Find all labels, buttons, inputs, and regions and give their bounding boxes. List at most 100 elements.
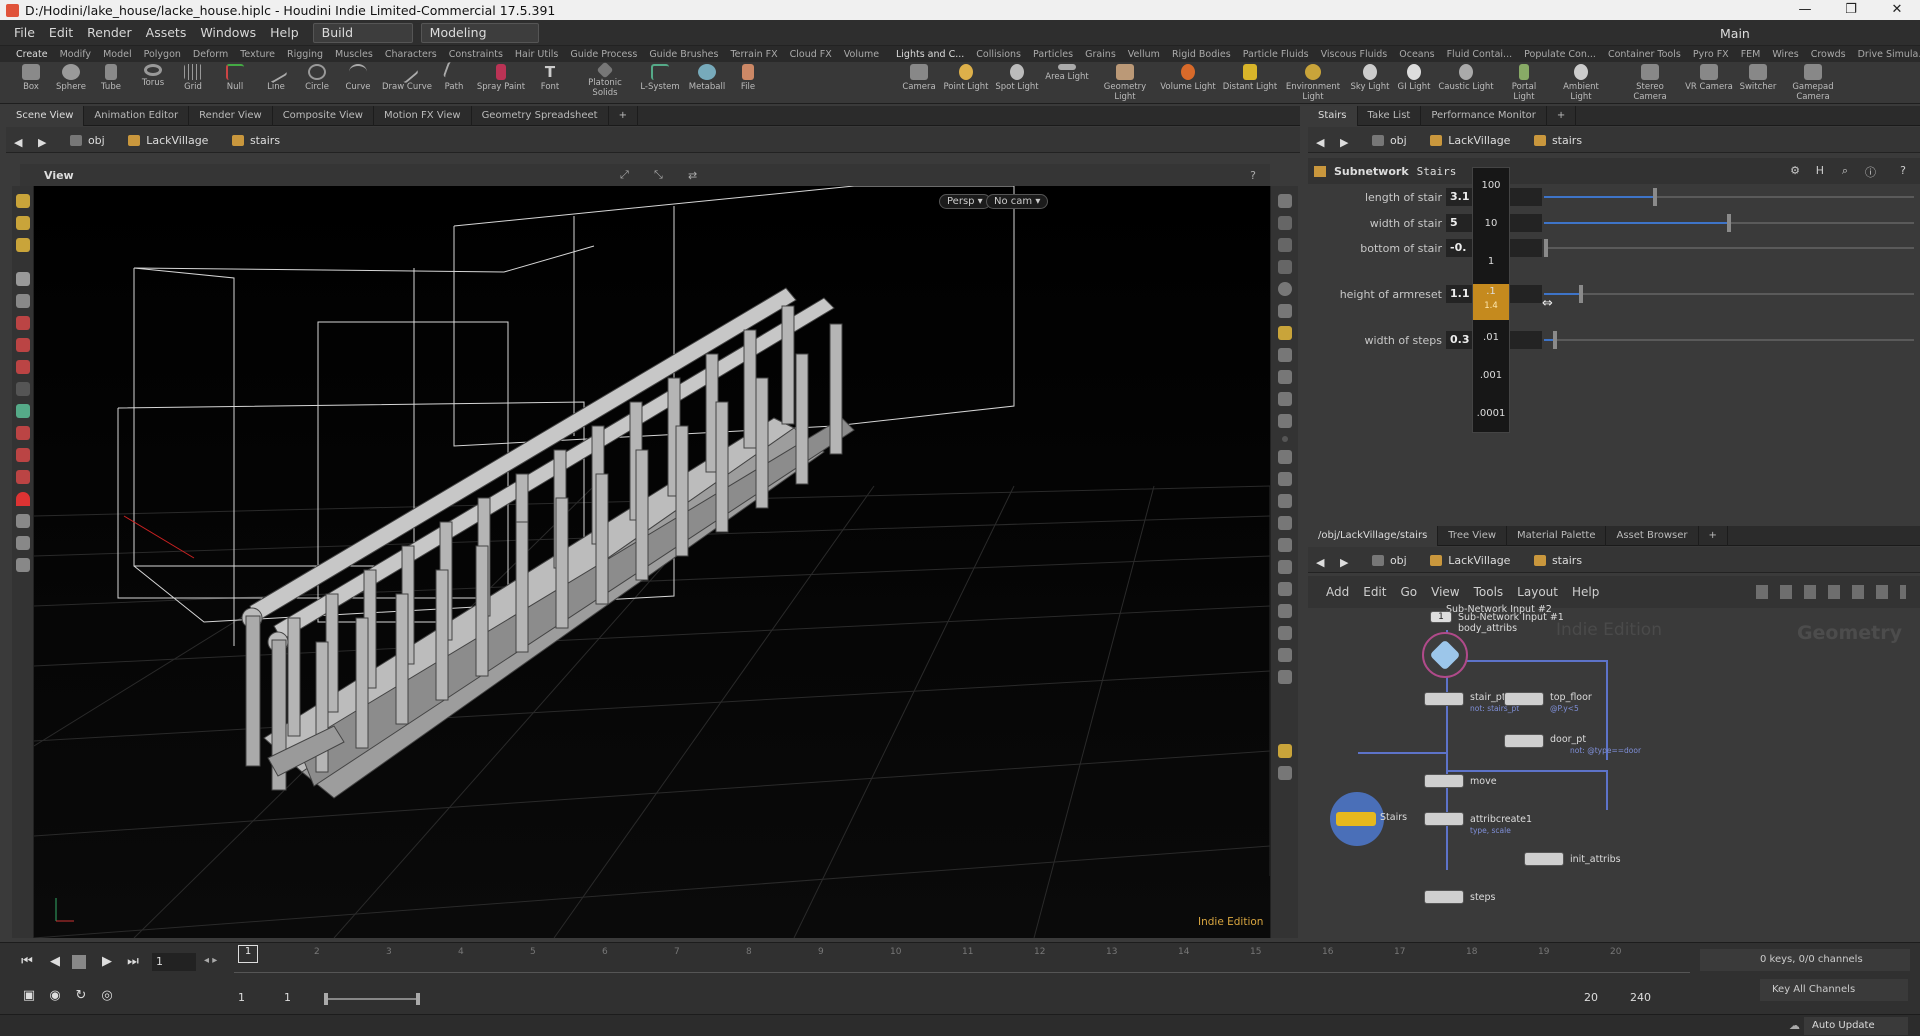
auto-update-dropdown[interactable]: Auto Update <box>1804 1017 1908 1035</box>
value-ladder[interactable]: 100 10 1 .1 1.4 .01 .001 .0001 <box>1472 167 1510 433</box>
node-steps[interactable] <box>1424 890 1464 904</box>
step-back-icon[interactable]: ◀ <box>46 953 64 971</box>
range-handle-left[interactable] <box>324 993 328 1005</box>
view-tool-icon[interactable] <box>15 216 30 230</box>
tool-spot-light[interactable]: Spot Light <box>994 64 1040 92</box>
shelf-tab[interactable]: Polygon <box>138 49 187 60</box>
scene-viewport[interactable]: Persp ▾ No cam ▾ Indie Edition <box>34 186 1270 938</box>
close-button[interactable]: ✕ <box>1874 0 1920 20</box>
tool-font[interactable]: T Font <box>536 64 564 92</box>
tool-switcher[interactable]: Switcher <box>1738 64 1778 92</box>
uv-icon[interactable] <box>1277 414 1292 428</box>
camera-tool-icon[interactable] <box>15 536 30 550</box>
shelf-tab[interactable]: Guide Brushes <box>643 49 724 60</box>
shelf-tab[interactable]: Collisions <box>970 49 1027 60</box>
tool-box[interactable]: Box <box>14 64 48 92</box>
menu-view[interactable]: View <box>1431 585 1459 599</box>
shelf-tab[interactable]: Modify <box>54 49 97 60</box>
shelf-tab[interactable]: Lights and C... <box>890 49 970 60</box>
tab-tree-view[interactable]: Tree View <box>1438 526 1508 546</box>
tool-file[interactable]: File <box>734 64 762 92</box>
shelf-tab[interactable]: Terrain FX <box>724 49 783 60</box>
back-icon[interactable]: ◀ <box>1308 552 1334 572</box>
tool-line[interactable]: Line <box>260 60 292 92</box>
shelf-tab[interactable]: Pyro FX <box>1687 49 1735 60</box>
tool-circle[interactable]: Circle <box>300 64 334 92</box>
menu-go[interactable]: Go <box>1400 585 1417 599</box>
shelf-tab[interactable]: Container Tools <box>1602 49 1687 60</box>
lock-camera-icon[interactable] <box>1277 238 1292 252</box>
range-start-field[interactable]: 1 <box>238 991 245 1004</box>
dot-icon[interactable] <box>1281 436 1288 442</box>
menu-layout[interactable]: Layout <box>1517 585 1558 599</box>
shelf-tab[interactable]: Rigid Bodies <box>1166 49 1237 60</box>
path-obj[interactable]: obj <box>1362 130 1417 150</box>
tab-take-list[interactable]: Take List <box>1358 106 1422 126</box>
node-stair-pt[interactable] <box>1424 692 1464 706</box>
path-lackvillage[interactable]: LackVillage <box>1420 550 1520 570</box>
node-move[interactable] <box>1424 774 1464 788</box>
param-slider-bottom[interactable] <box>1544 239 1914 257</box>
shelf-tab[interactable]: Populate Con... <box>1518 49 1602 60</box>
jump-end-icon[interactable]: ⏭ <box>124 953 142 971</box>
ladder-step[interactable]: .01 <box>1473 332 1509 343</box>
shelf-tab[interactable]: Grains <box>1079 49 1122 60</box>
range-handle-right[interactable] <box>416 993 420 1005</box>
shelf-tab[interactable]: Create <box>10 49 54 60</box>
ladder-step[interactable]: .0001 <box>1473 408 1509 419</box>
tab-composite-view[interactable]: Composite View <box>273 106 374 126</box>
shelf-tab[interactable]: Rigging <box>281 49 329 60</box>
brush-tool-icon[interactable] <box>15 404 30 418</box>
tool-sky-light[interactable]: Sky Light <box>1350 64 1390 92</box>
tool-stereo-camera[interactable]: Stereo Camera <box>1620 64 1680 102</box>
path-stairs[interactable]: stairs <box>222 130 290 150</box>
shelf-tab[interactable]: Model <box>97 49 138 60</box>
ladder-step[interactable]: 100 <box>1473 180 1509 191</box>
path-lackvillage[interactable]: LackVillage <box>1420 130 1520 150</box>
menu-add[interactable]: Add <box>1326 585 1349 599</box>
slider-knob[interactable] <box>1579 285 1583 303</box>
path-obj[interactable]: obj <box>1362 550 1417 570</box>
point-display-icon[interactable] <box>1277 348 1292 362</box>
shelf-tab[interactable]: Guide Process <box>564 49 643 60</box>
range-start2-field[interactable]: 1 <box>284 991 291 1004</box>
transform-handle-icon[interactable]: ⇄ <box>688 169 697 182</box>
tool-gamepad-camera[interactable]: Gamepad Camera <box>1784 64 1842 102</box>
help-icon[interactable]: ? <box>1250 169 1256 182</box>
frame-ruler[interactable]: 1 2 3 4 5 6 7 8 9 10 11 12 13 14 15 16 17 18 19 20 <box>234 943 1690 973</box>
add-tab-icon[interactable]: + <box>609 106 638 126</box>
network-toolbar-icons[interactable] <box>1756 585 1906 599</box>
shelf-tab[interactable]: Crowds <box>1805 49 1852 60</box>
scale-tool-icon[interactable] <box>15 360 30 374</box>
gear-icon[interactable]: ⚙ <box>1790 164 1800 177</box>
layout-grid-icon[interactable] <box>1277 744 1292 758</box>
ghost-icon[interactable] <box>1277 260 1292 274</box>
tool-caustic-light[interactable]: Caustic Light <box>1438 64 1494 92</box>
back-icon[interactable]: ◀ <box>1308 132 1334 152</box>
tab-material-palette[interactable]: Material Palette <box>1507 526 1607 546</box>
shelf-tab[interactable]: Hair Utils <box>509 49 564 60</box>
template-icon[interactable] <box>1277 604 1292 618</box>
menu-windows[interactable]: Windows <box>200 25 256 40</box>
node-door-pt[interactable] <box>1504 734 1544 748</box>
audio-icon[interactable]: ◉ <box>46 987 64 1005</box>
menu-assets[interactable]: Assets <box>146 25 187 40</box>
tab-stairs-params[interactable]: Stairs <box>1308 106 1358 126</box>
tool-sphere[interactable]: Sphere <box>54 64 88 92</box>
tool-spray-paint[interactable]: Spray Paint <box>476 64 526 92</box>
capture-tool-icon[interactable] <box>15 426 30 440</box>
play-icon[interactable]: ▶ <box>98 953 116 971</box>
shelf-tab[interactable]: Muscles <box>329 49 379 60</box>
shelf-tab[interactable]: Cloud FX <box>784 49 838 60</box>
brush-icon[interactable] <box>1277 538 1292 552</box>
snap-tool-icon[interactable] <box>15 514 30 528</box>
bulb-icon[interactable] <box>1277 326 1292 340</box>
tab-animation-editor[interactable]: Animation Editor <box>84 106 190 126</box>
slider-knob[interactable] <box>1544 239 1548 257</box>
camera-button[interactable]: No cam ▾ <box>986 194 1049 209</box>
tool-tube[interactable]: Tube <box>96 64 126 92</box>
handle-tool-icon[interactable] <box>15 238 30 252</box>
menu-edit[interactable]: Edit <box>49 25 73 40</box>
ladder-step[interactable]: 10 <box>1473 218 1509 229</box>
tool-platonic-solids[interactable]: Platonic Solids <box>580 61 630 98</box>
